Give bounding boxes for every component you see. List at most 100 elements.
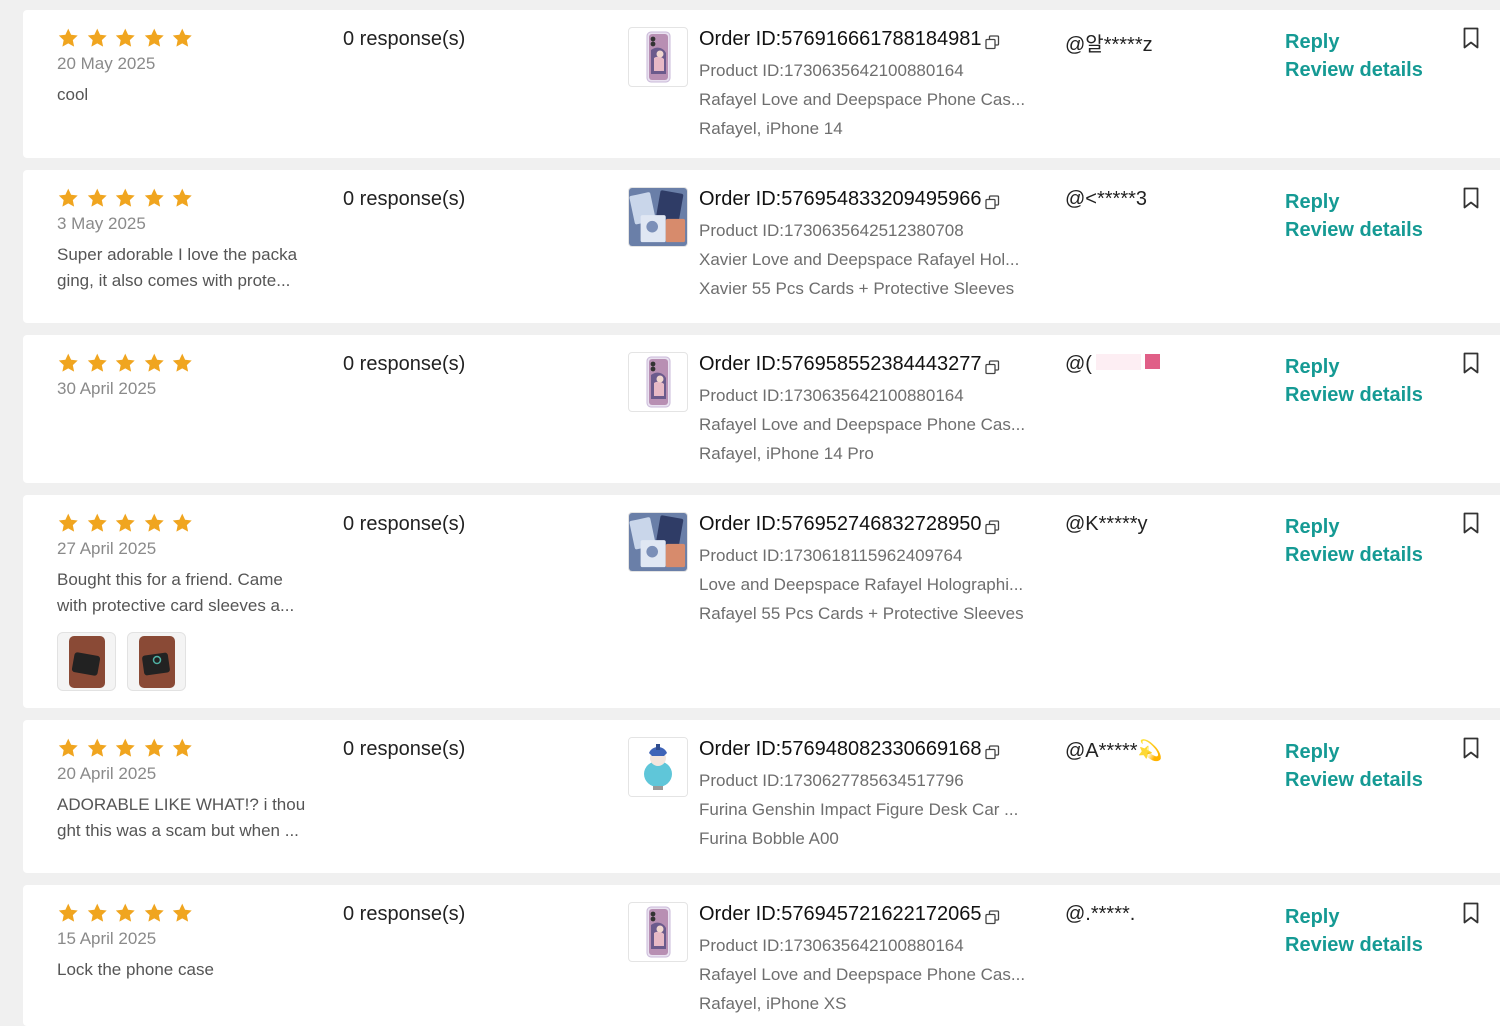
review-card: 30 April 2025 0 response(s) Order ID: 5769…: [23, 335, 1500, 483]
bookmark-button[interactable]: [1462, 352, 1480, 374]
response-count: 0 response(s): [343, 738, 466, 760]
product-id-label: Product ID:: [699, 936, 785, 955]
review-card: 15 April 2025 Lock the phone case 0 respon…: [23, 885, 1500, 1026]
bookmark-button[interactable]: [1462, 902, 1480, 924]
reply-link[interactable]: Reply: [1285, 28, 1423, 56]
order-id-label: Order ID:: [699, 738, 782, 760]
buyer-name-redaction: [1092, 353, 1162, 376]
product-id: Product ID:1730635642100880164: [699, 56, 1059, 85]
buyer-name: @(: [1065, 353, 1162, 376]
star-icon: [57, 512, 80, 536]
review-details-link[interactable]: Review details: [1285, 381, 1423, 409]
review-content: 3 May 2025 Super adorable I love the pack…: [57, 187, 317, 294]
product-name: Rafayel Love and Deepspace Phone Cas...: [699, 965, 1026, 984]
copy-icon[interactable]: [985, 32, 1000, 49]
star-icon: [57, 352, 80, 376]
star-icon: [114, 902, 137, 926]
review-content: 30 April 2025: [57, 352, 317, 401]
product-id: Product ID:1730618115962409764: [699, 541, 1059, 570]
product-id-value: 1730635642100880164: [784, 61, 964, 80]
star-icon: [57, 737, 80, 761]
order-id-value: 576916661788184981: [781, 28, 982, 50]
response-count: 0 response(s): [343, 28, 466, 50]
product-id: Product ID:1730635642512380708: [699, 216, 1059, 245]
copy-icon[interactable]: [985, 357, 1000, 374]
copy-icon[interactable]: [985, 742, 1000, 759]
copy-icon[interactable]: [985, 192, 1000, 209]
review-text-line: ADORABLE LIKE WHAT!? i thou: [57, 795, 306, 814]
product-variant: Rafayel, iPhone 14: [699, 119, 843, 138]
response-count: 0 response(s): [343, 513, 466, 535]
star-rating: [57, 737, 317, 761]
star-icon: [114, 27, 137, 51]
review-photo-thumbnail[interactable]: [57, 632, 116, 691]
star-icon: [171, 187, 194, 211]
reply-link[interactable]: Reply: [1285, 738, 1423, 766]
order-id-value: 576954833209495966: [781, 188, 982, 210]
buyer-name: @.*****.: [1065, 903, 1135, 926]
order-id-value: 576945721622172065: [781, 903, 982, 925]
card-set-image[interactable]: [628, 512, 688, 572]
review-text: cool: [57, 82, 317, 108]
review-text-line: Super adorable I love the packa: [57, 245, 298, 264]
review-text-line: Lock the phone case: [57, 960, 214, 979]
review-text: Super adorable I love the packa ging, it …: [57, 242, 317, 294]
order-id-value: 576958552384443277: [781, 353, 982, 375]
copy-icon[interactable]: [985, 517, 1000, 534]
product-variant: Rafayel, iPhone XS: [699, 994, 847, 1013]
star-icon: [114, 737, 137, 761]
star-icon: [143, 352, 166, 376]
review-details-link[interactable]: Review details: [1285, 216, 1423, 244]
buyer-handle: @(: [1065, 353, 1092, 375]
bookmark-button[interactable]: [1462, 187, 1480, 209]
review-details-link[interactable]: Review details: [1285, 931, 1423, 959]
product-info: Order ID: 576916661788184981 Product ID:1…: [699, 27, 1059, 143]
phone-case-image[interactable]: [628, 27, 688, 87]
reply-link[interactable]: Reply: [1285, 353, 1423, 381]
reply-link[interactable]: Reply: [1285, 903, 1423, 931]
review-actions: Reply Review details: [1285, 513, 1423, 569]
review-actions: Reply Review details: [1285, 353, 1423, 409]
figure-image[interactable]: [628, 737, 688, 797]
review-details-link[interactable]: Review details: [1285, 541, 1423, 569]
product-id: Product ID:1730627785634517796: [699, 766, 1059, 795]
review-date: 27 April 2025: [57, 539, 157, 558]
order-id: Order ID: 576948082330669168: [699, 737, 1059, 761]
review-date: 30 April 2025: [57, 379, 157, 398]
response-count: 0 response(s): [343, 903, 466, 925]
bookmark-button[interactable]: [1462, 737, 1480, 759]
card-set-image[interactable]: [628, 187, 688, 247]
phone-case-image[interactable]: [628, 352, 688, 412]
bookmark-icon: [1462, 902, 1480, 924]
review-details-link[interactable]: Review details: [1285, 56, 1423, 84]
bookmark-button[interactable]: [1462, 512, 1480, 534]
star-icon: [86, 27, 109, 51]
product-id-value: 1730635642100880164: [784, 386, 964, 405]
product-info: Order ID: 576952746832728950 Product ID:1…: [699, 512, 1059, 628]
copy-icon[interactable]: [985, 907, 1000, 924]
review-text-line: ging, it also comes with prote...: [57, 271, 291, 290]
star-icon: [171, 352, 194, 376]
review-content: 27 April 2025 Bought this for a friend. C…: [57, 512, 317, 691]
order-id: Order ID: 576945721622172065: [699, 902, 1059, 926]
product-id-label: Product ID:: [699, 221, 785, 240]
product-name: Rafayel Love and Deepspace Phone Cas...: [699, 90, 1026, 109]
product-variant: Xavier 55 Pcs Cards + Protective Sleeves: [699, 279, 1015, 298]
bookmark-button[interactable]: [1462, 27, 1480, 49]
star-icon: [143, 737, 166, 761]
review-date: 15 April 2025: [57, 929, 157, 948]
buyer-name: @알*****z: [1065, 28, 1153, 57]
bookmark-icon: [1462, 352, 1480, 374]
star-icon: [86, 902, 109, 926]
product-info: Order ID: 576954833209495966 Product ID:1…: [699, 187, 1059, 303]
product-name: Love and Deepspace Rafayel Holographi...: [699, 575, 1024, 594]
review-details-link[interactable]: Review details: [1285, 766, 1423, 794]
buyer-name: @K*****y: [1065, 513, 1148, 536]
phone-case-image[interactable]: [628, 902, 688, 962]
review-photo-thumbnail[interactable]: [127, 632, 186, 691]
review-text-line: ght this was a scam but when ...: [57, 821, 299, 840]
reply-link[interactable]: Reply: [1285, 188, 1423, 216]
response-count: 0 response(s): [343, 353, 466, 375]
star-icon: [86, 352, 109, 376]
reply-link[interactable]: Reply: [1285, 513, 1423, 541]
